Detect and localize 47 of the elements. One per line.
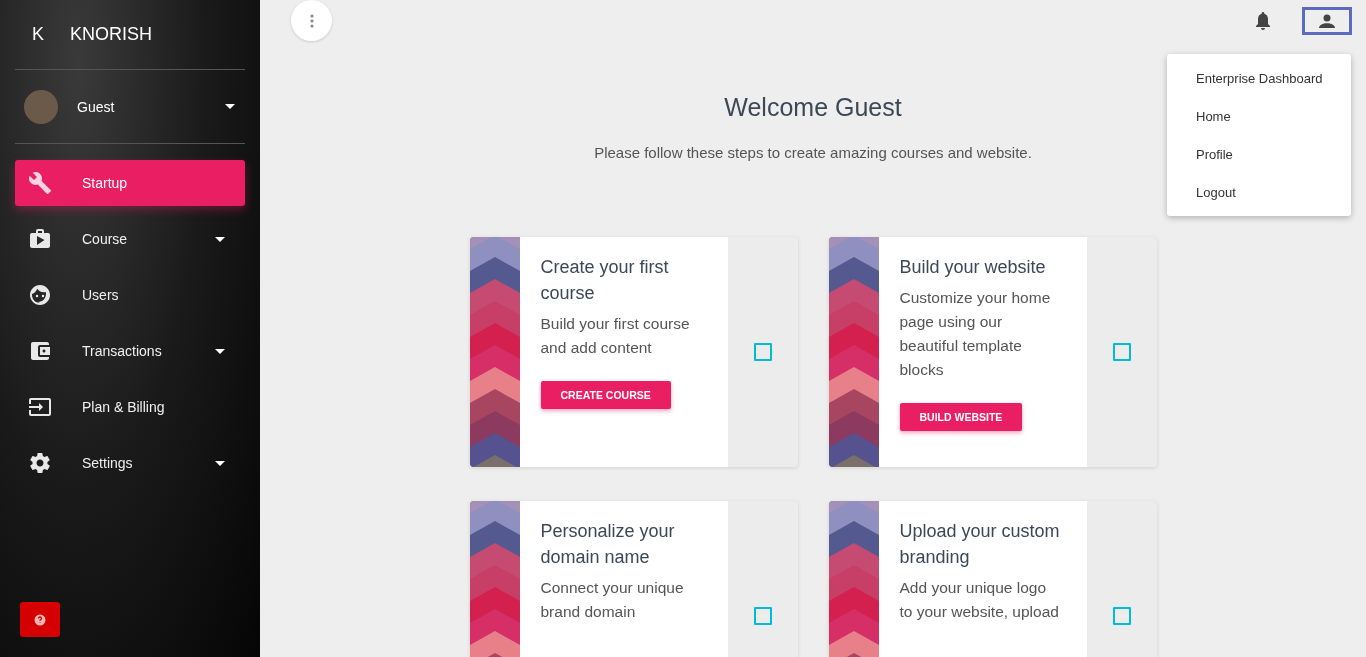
sidebar-item[interactable]: Plan & Billing (15, 384, 245, 430)
step-action-button[interactable]: CREATE COURSE (540, 381, 671, 409)
menu-item[interactable]: Enterprise Dashboard (1167, 59, 1351, 97)
wallet-icon (28, 339, 52, 363)
caret-icon (225, 104, 235, 109)
help-icon (34, 613, 46, 626)
play-bag-icon (28, 227, 52, 251)
step-description: Build your first course and add content (540, 314, 691, 358)
face-icon (28, 283, 52, 307)
brand-name: KNORISH (70, 24, 152, 45)
step-checkbox[interactable] (753, 607, 772, 625)
menu-item[interactable]: Logout (1167, 173, 1351, 211)
step-checkbox[interactable] (753, 343, 772, 361)
caret-icon (215, 348, 225, 354)
step-checkbox[interactable] (1112, 343, 1131, 361)
step-title: Create your first course (540, 256, 670, 305)
menu-item[interactable]: Home (1167, 97, 1351, 135)
avatar (24, 89, 58, 124)
brand-mark: K (32, 24, 45, 45)
caret-icon (215, 460, 225, 466)
step-description: Customize your home page using our beautiful template blocks (899, 288, 1052, 380)
menu-item[interactable]: Profile (1167, 135, 1351, 173)
settings-icon (28, 451, 52, 475)
welcome-subtitle: Please follow these steps to create amazing courses and website. (594, 144, 1032, 161)
account-button[interactable] (1302, 6, 1352, 35)
enter-icon (28, 395, 52, 419)
welcome-title: Welcome Guest (724, 93, 902, 122)
sidebar-item[interactable]: Course (15, 216, 245, 262)
sidebar-item[interactable]: Settings (15, 440, 245, 486)
caret-icon (215, 236, 225, 242)
step-checkbox[interactable] (1112, 607, 1131, 625)
step-title: Upload your custom branding (899, 520, 1061, 569)
sidebar-item[interactable]: Transactions (15, 328, 245, 374)
notification-bell-icon[interactable] (1255, 11, 1271, 30)
step-action-button[interactable]: BUILD WEBSITE (899, 403, 1023, 431)
step-title: Build your website (899, 256, 1046, 279)
more-button[interactable] (291, 0, 332, 41)
person-icon (1319, 13, 1335, 28)
step-title: Personalize your domain name (540, 520, 676, 569)
help-button[interactable] (20, 602, 60, 637)
user-profile-toggle[interactable]: Guest (15, 70, 245, 144)
sidebar-item[interactable]: Users (15, 272, 245, 318)
wrench-icon (28, 171, 52, 195)
step-description: Add your unique logo to your website, upload (899, 578, 1060, 622)
sidebar-item[interactable]: Startup (15, 160, 245, 206)
more-vertical-icon (309, 13, 314, 28)
step-description: Connect your unique brand domain (540, 578, 685, 622)
